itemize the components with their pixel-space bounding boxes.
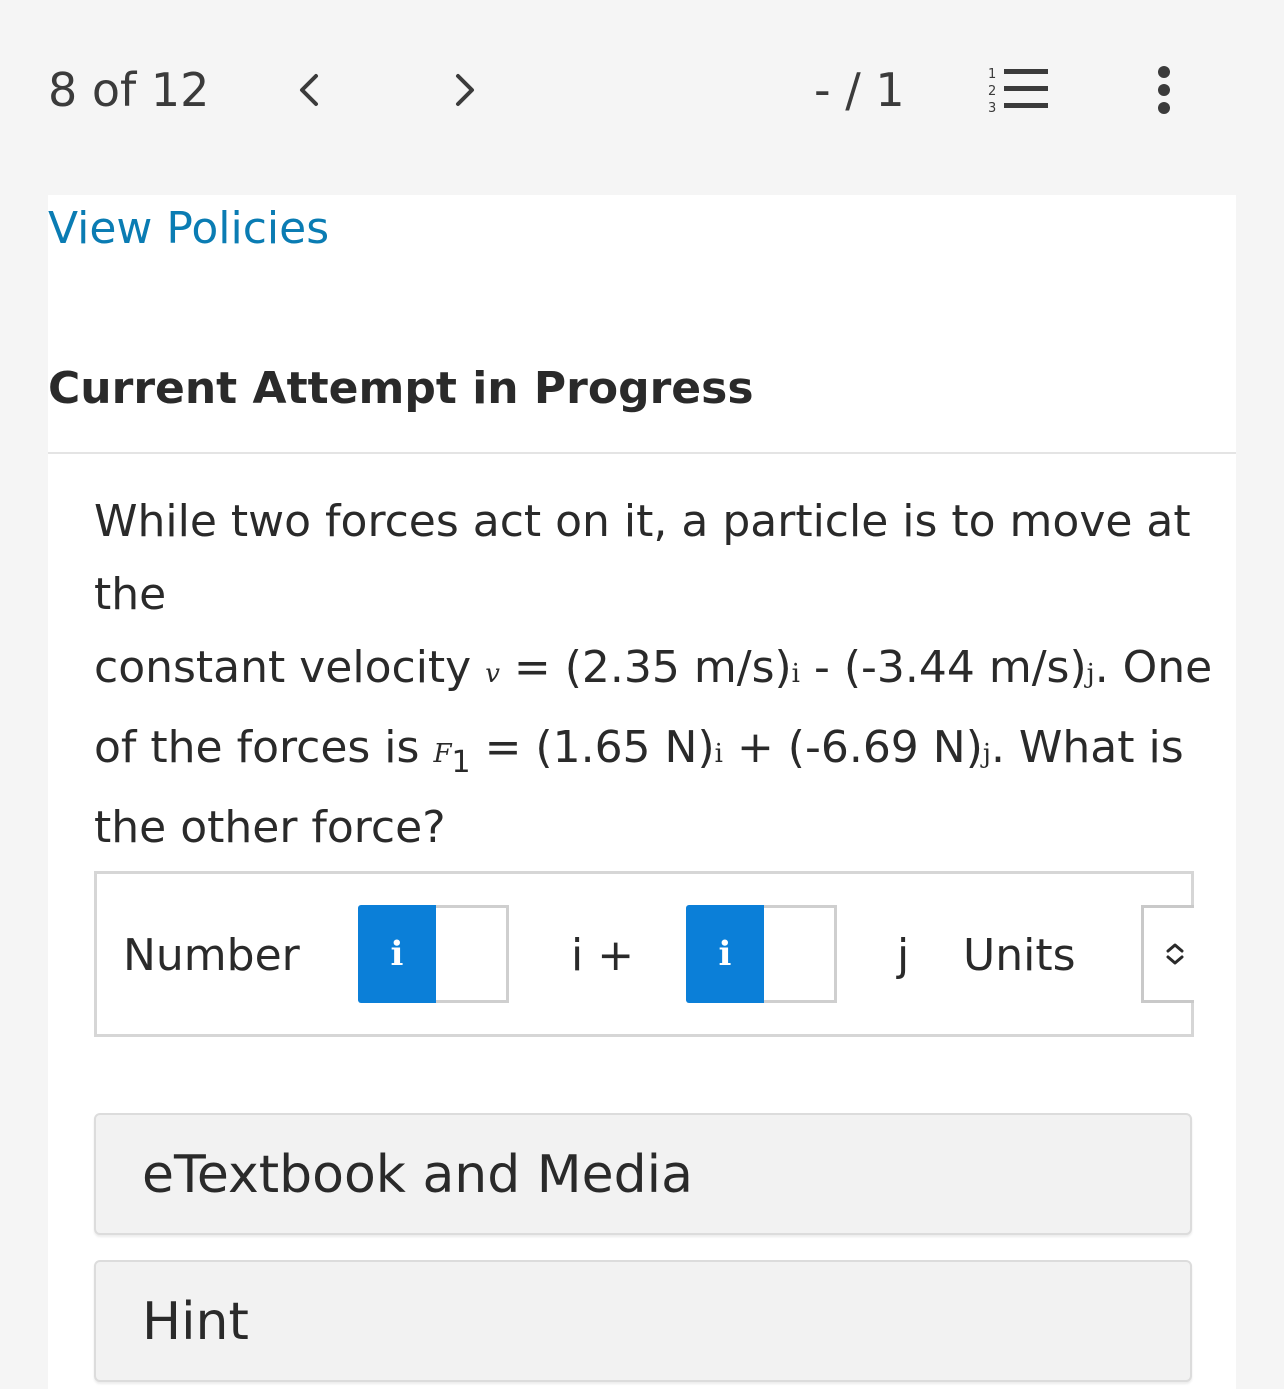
force-subscript: 1 [451,745,471,780]
j-hat-symbol: j [1086,659,1095,689]
force-vector-symbol: F [433,739,452,769]
question-text: While two forces act on it, a particle i… [94,485,1214,864]
score-display: - / 1 [814,63,905,117]
j-label: j [897,930,910,981]
numbered-list-icon[interactable]: 1 2 3 [984,64,1050,116]
divider [48,452,1236,454]
units-dropdown[interactable] [1141,905,1194,1003]
j-component-input-group: i [686,905,837,1003]
question-text-segment: + (-6.69 N) [722,722,983,773]
vertical-ellipsis-icon[interactable] [1150,64,1178,116]
question-text-segment: - (-3.44 m/s) [800,642,1087,693]
j-hat-symbol: j [982,739,991,769]
velocity-vector-symbol: v [485,659,500,689]
question-text-segment: . What is [990,722,1184,773]
j-component-input[interactable] [764,905,837,1003]
up-down-chevron-icon [1166,943,1184,965]
question-text-segment: of the forces is [94,722,434,773]
i-component-input[interactable] [436,905,509,1003]
view-policies-link[interactable]: View Policies [48,201,329,257]
question-line-4: the other force? [94,802,446,853]
chevron-left-icon[interactable] [290,70,330,110]
question-panel: View Policies Current Attempt in Progres… [48,195,1236,1389]
units-label: Units [963,930,1076,981]
question-text-segment: . One [1094,642,1213,693]
chevron-right-icon[interactable] [444,70,484,110]
question-counter: 8 of 12 [48,63,210,117]
question-text-segment: = (2.35 m/s) [499,642,792,693]
i-hat-symbol: i [714,739,723,769]
info-icon[interactable]: i [358,905,436,1003]
top-navigation-bar: 8 of 12 - / 1 1 2 3 [0,0,1284,195]
svg-text:3: 3 [988,101,996,114]
i-hat-symbol: i [791,659,800,689]
answer-label: Number [123,930,300,981]
svg-text:1: 1 [988,67,996,82]
etextbook-media-label: eTextbook and Media [142,1145,693,1205]
info-icon[interactable]: i [686,905,764,1003]
attempt-status-heading: Current Attempt in Progress [48,363,754,414]
question-text-segment: constant velocity [94,642,486,693]
etextbook-media-section[interactable]: eTextbook and Media [94,1113,1192,1235]
answer-input-row: Number i i + i j Units [94,871,1194,1037]
i-component-input-group: i [358,905,509,1003]
hint-label: Hint [142,1292,249,1352]
question-line-1: While two forces act on it, a particle i… [94,496,1191,620]
svg-text:2: 2 [988,84,996,99]
hint-section[interactable]: Hint [94,1260,1192,1382]
i-plus-label: i + [571,930,635,981]
question-text-segment: = (1.65 N) [470,722,715,773]
